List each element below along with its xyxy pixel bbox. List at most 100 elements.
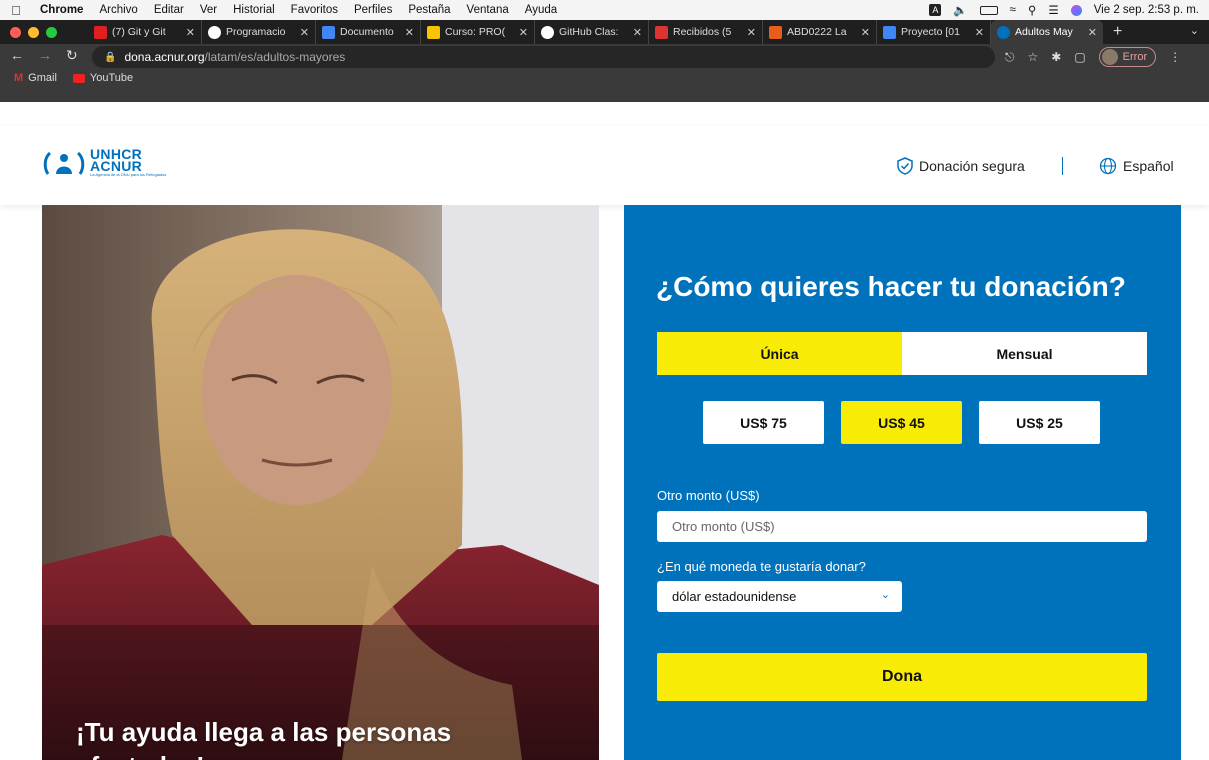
menu-ver[interactable]: Ver (192, 4, 225, 16)
share-icon[interactable]: ⎋ (1005, 50, 1015, 65)
gmail-favicon-icon (655, 25, 668, 39)
donate-button[interactable]: Dona (657, 653, 1147, 701)
youtube-icon (72, 73, 85, 83)
reload-icon[interactable]: ↻ (66, 47, 78, 64)
menu-clock[interactable]: Vie 2 sep. 2:53 p. m. (1094, 4, 1199, 16)
bookmark-gmail[interactable]: M Gmail (14, 72, 57, 84)
acnur-logo[interactable]: UNHCR ACNUR La Agencia de la ONU para lo… (42, 147, 167, 178)
close-icon[interactable]: ✕ (519, 26, 528, 39)
tab-programacion[interactable]: Programacio ✕ (202, 20, 316, 44)
close-window-button[interactable] (10, 27, 21, 38)
hero-image: ¡Tu ayuda llega a las personas afectadas… (42, 205, 599, 760)
forward-arrow-icon[interactable]: → (38, 47, 52, 64)
tab-curso[interactable]: Curso: PRO(✕ (421, 20, 535, 44)
url-host: dona.acnur.org (124, 50, 205, 64)
currency-label: ¿En qué moneda te gustaría donar? (657, 559, 866, 574)
secure-label: Donación segura (919, 158, 1025, 174)
logo-tagline: La Agencia de la ONU para los Refugiados (90, 172, 167, 177)
frequency-toggle: Única Mensual (657, 332, 1147, 375)
close-icon[interactable]: ✕ (1088, 26, 1097, 39)
bookmarks-bar: M Gmail YouTube (14, 72, 133, 84)
menu-ventana[interactable]: Ventana (459, 4, 517, 16)
close-icon[interactable]: ✕ (975, 26, 984, 39)
github-favicon-icon (541, 25, 554, 39)
bookmark-youtube[interactable]: YouTube (72, 72, 133, 84)
other-amount-input[interactable] (657, 511, 1147, 542)
currency-select[interactable]: dólar estadounidense ⌄ (657, 581, 902, 612)
close-icon[interactable]: ✕ (300, 26, 309, 39)
minimize-window-button[interactable] (28, 27, 39, 38)
tab-search-chevron-icon[interactable]: ⌄ (1190, 24, 1199, 37)
tab-git-youtube[interactable]: (7) Git y Git ✕ (88, 20, 202, 44)
volume-icon[interactable]: 🔈 (953, 3, 967, 17)
language-selector[interactable]: Español (1099, 157, 1174, 175)
menu-app-name[interactable]: Chrome (32, 4, 91, 16)
menu-historial[interactable]: Historial (225, 4, 283, 16)
docs-favicon-icon (322, 25, 335, 39)
nav-buttons: ← → ↻ (10, 47, 78, 64)
tab-github-classroom[interactable]: GitHub Clas: ✕ (535, 20, 649, 44)
input-source-icon[interactable]: A (929, 4, 942, 16)
control-center-icon[interactable]: ☰ (1048, 3, 1058, 17)
tab-gmail-recibidos[interactable]: Recibidos (5 ✕ (649, 20, 763, 44)
spotlight-icon[interactable]: ⚲ (1028, 3, 1036, 17)
tab-proyecto[interactable]: Proyecto [01 ✕ (877, 20, 991, 44)
menu-perfiles[interactable]: Perfiles (346, 4, 400, 16)
frequency-unica-button[interactable]: Única (657, 332, 902, 375)
tab-documento[interactable]: Documento ✕ (316, 20, 421, 44)
tab-adultos-mayores[interactable]: Adultos May ✕ (991, 20, 1103, 44)
abd-favicon-icon (769, 25, 782, 39)
close-icon[interactable]: ✕ (186, 26, 195, 39)
tab-abd0222[interactable]: ABD0222 La ✕ (763, 20, 877, 44)
profile-button[interactable]: Error (1098, 47, 1157, 67)
close-icon[interactable]: ✕ (861, 26, 870, 39)
donation-title: ¿Cómo quieres hacer tu donación? (656, 271, 1126, 302)
course-favicon-icon (427, 25, 440, 39)
new-tab-button[interactable]: + (1103, 20, 1132, 44)
github-favicon-icon (208, 25, 221, 39)
address-bar[interactable]: 🔒 dona.acnur.org /latam/es/adultos-mayor… (92, 46, 995, 68)
battery-icon[interactable] (979, 5, 998, 15)
amount-45-button[interactable]: US$ 45 (841, 401, 962, 444)
donation-panel: ¿Cómo quieres hacer tu donación? Única M… (624, 205, 1181, 760)
other-amount-label: Otro monto (US$) (657, 488, 760, 503)
close-icon[interactable]: ✕ (633, 26, 642, 39)
elderly-woman-photo (42, 205, 599, 760)
more-menu-icon[interactable]: ⋮ (1169, 50, 1181, 64)
menu-archivo[interactable]: Archivo (91, 4, 145, 16)
logo-acnur: ACNUR (90, 158, 143, 174)
secure-donation: Donación segura (896, 157, 1025, 175)
close-icon[interactable]: ✕ (747, 26, 756, 39)
side-panel-icon[interactable]: ▢ (1074, 50, 1085, 64)
zoom-window-button[interactable] (46, 27, 57, 38)
amount-75-button[interactable]: US$ 75 (703, 401, 824, 444)
siri-icon[interactable] (1070, 4, 1082, 16)
profile-status: Error (1122, 51, 1148, 63)
menu-editar[interactable]: Editar (146, 4, 192, 16)
wifi-icon[interactable]: ≈ (1010, 4, 1016, 16)
amount-25-button[interactable]: US$ 25 (979, 401, 1100, 444)
youtube-favicon-icon (94, 25, 107, 39)
window-controls (10, 27, 57, 38)
apple-icon[interactable]:  (0, 3, 32, 18)
hero-caption: ¡Tu ayuda llega a las personas afectadas… (76, 717, 452, 760)
site-header: UNHCR ACNUR La Agencia de la ONU para lo… (0, 126, 1209, 205)
language-label: Español (1123, 158, 1174, 174)
gmail-icon: M (14, 72, 24, 84)
menu-pestana[interactable]: Pestaña (400, 4, 458, 16)
extensions-puzzle-icon[interactable]: ✱ (1051, 50, 1061, 64)
browser-toolbar: ← → ↻ 🔒 dona.acnur.org /latam/es/adultos… (0, 44, 1209, 102)
acnur-favicon-icon (997, 25, 1010, 39)
menu-ayuda[interactable]: Ayuda (517, 4, 565, 16)
back-arrow-icon[interactable]: ← (10, 47, 24, 64)
menu-favoritos[interactable]: Favoritos (283, 4, 346, 16)
laurel-icon (43, 151, 85, 175)
tabs: (7) Git y Git ✕ Programacio ✕ Documento ✕ C… (88, 20, 1132, 44)
toolbar-icons: ⎋ ☆ ✱ ▢ Error ⋮ (1005, 46, 1181, 68)
avatar (1101, 49, 1118, 65)
close-icon[interactable]: ✕ (405, 26, 414, 39)
frequency-mensual-button[interactable]: Mensual (902, 332, 1147, 375)
currency-value: dólar estadounidense (672, 589, 797, 604)
lock-icon[interactable]: 🔒 (104, 52, 116, 63)
bookmark-star-icon[interactable]: ☆ (1028, 50, 1039, 64)
